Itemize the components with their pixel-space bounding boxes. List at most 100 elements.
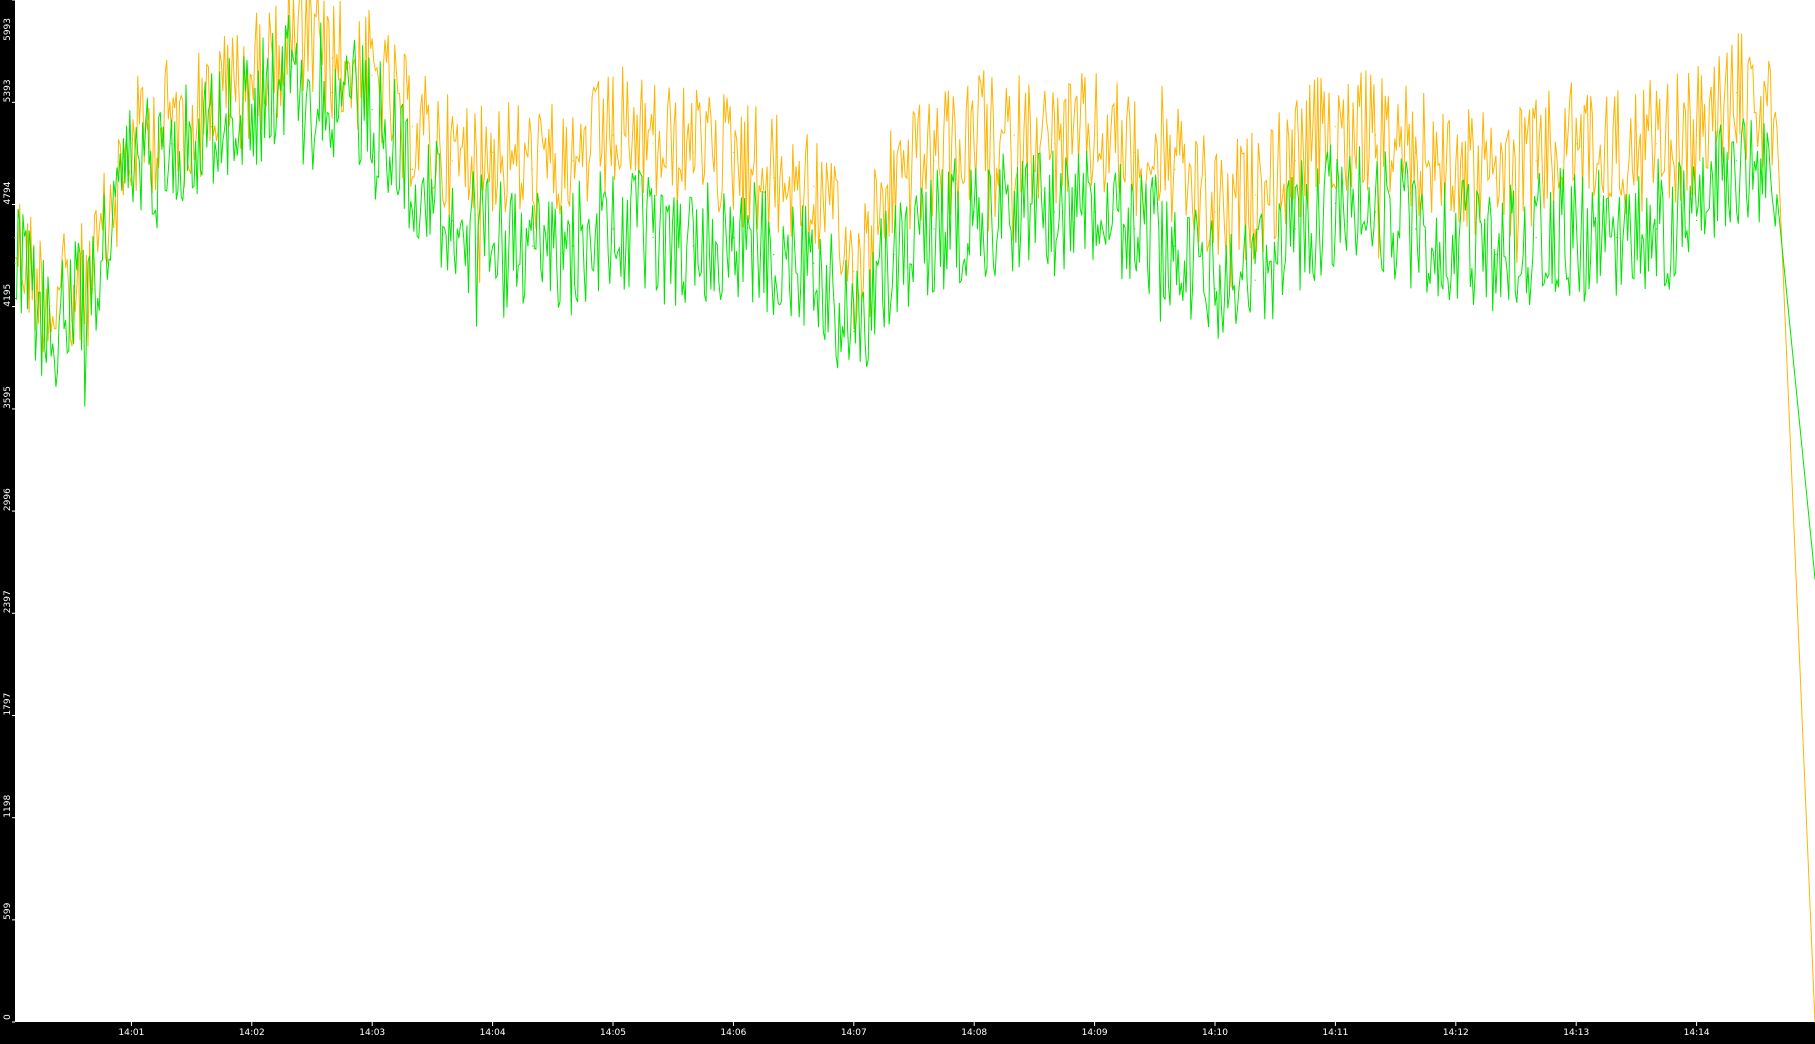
data-point-1-41 xyxy=(1655,228,1658,230)
x-tick-label-7: 14:08 xyxy=(961,1028,987,1038)
data-point-0-26 xyxy=(1053,143,1056,145)
data-point-0-37 xyxy=(1495,177,1497,179)
data-point-0-4 xyxy=(170,117,173,119)
data-point-1-7 xyxy=(291,66,293,68)
x-tick-label-6: 14:07 xyxy=(841,1028,867,1038)
data-point-0-40 xyxy=(1615,151,1617,153)
data-point-1-37 xyxy=(1495,254,1497,256)
y-tick-label-5: 2996 xyxy=(3,488,13,511)
data-point-1-25 xyxy=(1013,211,1015,213)
data-point-0-18 xyxy=(732,151,735,153)
data-point-0-8 xyxy=(331,57,333,60)
data-point-0-21 xyxy=(853,271,855,273)
data-point-1-12 xyxy=(492,245,494,247)
data-point-0-36 xyxy=(1455,168,1457,170)
y-tick-label-0: 0 xyxy=(3,1014,13,1020)
x-tick-label-9: 14:10 xyxy=(1202,1028,1228,1038)
data-point-1-10 xyxy=(411,168,413,170)
data-point-1-42 xyxy=(1696,219,1698,222)
data-point-0-29 xyxy=(1174,168,1176,170)
data-point-1-24 xyxy=(973,211,975,213)
data-point-1-30 xyxy=(1214,288,1216,290)
data-point-0-16 xyxy=(652,143,654,145)
x-tick-label-12: 14:13 xyxy=(1563,1028,1589,1038)
data-point-1-21 xyxy=(853,330,855,332)
y-tick-label-8: 4794 xyxy=(3,181,13,204)
data-point-0-24 xyxy=(973,143,975,145)
data-point-1-2 xyxy=(90,288,92,290)
data-point-1-13 xyxy=(532,245,534,247)
data-point-0-30 xyxy=(1214,211,1216,213)
x-tick-label-1: 14:02 xyxy=(239,1028,265,1038)
x-tick-label-0: 14:01 xyxy=(118,1028,144,1038)
data-point-0-34 xyxy=(1374,134,1377,136)
y-tick-label-7: 4195 xyxy=(3,284,13,307)
data-point-0-7 xyxy=(291,40,293,43)
x-tick-label-13: 14:14 xyxy=(1684,1028,1710,1038)
chart-svg: 0 599 1198 1797 2397 2996 3595 4195 4794 5393 5993… xyxy=(3,0,1815,1038)
x-tick-label-10: 14:11 xyxy=(1322,1028,1348,1038)
data-point-1-8 xyxy=(331,92,333,94)
y-tick-label-10: 5993 xyxy=(3,18,13,41)
data-point-1-14 xyxy=(572,245,574,247)
data-point-0-42 xyxy=(1696,134,1698,136)
data-point-1-1 xyxy=(50,330,52,332)
data-point-0-33 xyxy=(1334,126,1336,128)
data-point-1-29 xyxy=(1174,245,1176,247)
data-point-0-17 xyxy=(692,151,694,153)
data-point-1-4 xyxy=(170,143,173,145)
data-point-0-11 xyxy=(451,160,454,162)
data-point-1-16 xyxy=(652,237,654,239)
y-tick-label-4: 2397 xyxy=(3,590,13,613)
data-point-1-17 xyxy=(692,245,694,247)
y-tick-label-6: 3595 xyxy=(3,386,13,409)
y-axis: 0 599 1198 1797 2397 2996 3595 4195 4794 5393 5993 xyxy=(3,0,15,1023)
x-tick-label-4: 14:05 xyxy=(600,1028,626,1038)
x-tick-label-2: 14:03 xyxy=(359,1028,385,1038)
data-point-1-27 xyxy=(1094,211,1096,213)
data-point-1-9 xyxy=(371,109,373,111)
data-point-0-22 xyxy=(893,177,895,179)
data-point-0-39 xyxy=(1575,143,1577,145)
data-point-1-28 xyxy=(1134,228,1136,230)
data-point-0-9 xyxy=(371,74,373,77)
data-point-0-23 xyxy=(933,160,935,162)
data-point-1-23 xyxy=(933,228,935,230)
data-point-1-43 xyxy=(1736,160,1738,162)
data-point-0-32 xyxy=(1294,160,1296,162)
data-point-1-11 xyxy=(451,219,454,222)
data-point-0-43 xyxy=(1736,92,1738,94)
data-point-0-41 xyxy=(1655,143,1658,145)
data-point-0-6 xyxy=(251,74,253,77)
data-point-1-15 xyxy=(612,228,614,230)
data-point-0-38 xyxy=(1535,160,1537,162)
data-point-1-34 xyxy=(1374,211,1377,213)
data-point-1-0 xyxy=(14,262,16,264)
data-point-0-25 xyxy=(1013,134,1015,136)
data-point-1-18 xyxy=(732,237,735,239)
data-point-0-10 xyxy=(411,126,413,128)
y-tick-label-1: 599 xyxy=(3,902,13,919)
x-tick-label-11: 14:12 xyxy=(1443,1028,1469,1038)
y-tick-label-2: 1198 xyxy=(3,795,13,818)
data-point-1-5 xyxy=(211,126,213,128)
data-point-1-32 xyxy=(1294,228,1296,230)
chart: 0 599 1198 1797 2397 2996 3595 4195 4794 5393 5993… xyxy=(0,0,1815,1039)
data-point-0-13 xyxy=(532,168,534,170)
data-point-0-14 xyxy=(572,160,574,162)
data-point-1-6 xyxy=(251,109,253,111)
data-point-0-44 xyxy=(1776,126,1778,128)
data-point-1-39 xyxy=(1575,228,1577,230)
data-point-0-1 xyxy=(50,305,52,307)
x-axis: 14:01 14:02 14:03 14:04 14:05 14:06 14:07 14:08… xyxy=(118,1022,1710,1038)
data-point-1-44 xyxy=(1776,194,1778,196)
data-point-1-40 xyxy=(1615,237,1617,239)
data-point-0-35 xyxy=(1415,151,1417,153)
data-point-1-26 xyxy=(1053,211,1056,213)
data-point-0-28 xyxy=(1134,151,1136,153)
data-point-1-20 xyxy=(813,262,815,264)
data-point-1-22 xyxy=(893,254,895,256)
y-tick-label-9: 5393 xyxy=(3,79,13,102)
data-point-0-12 xyxy=(492,151,494,153)
data-point-1-38 xyxy=(1535,237,1537,239)
